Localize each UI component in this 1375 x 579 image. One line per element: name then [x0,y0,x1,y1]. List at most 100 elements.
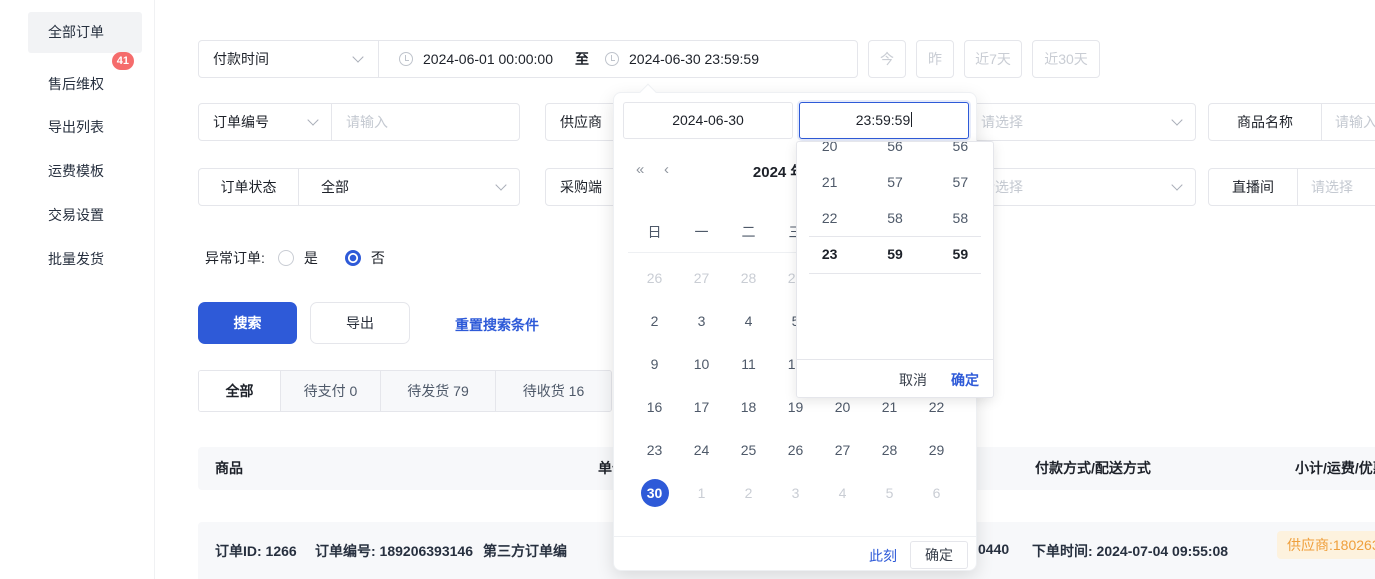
clock-icon [399,52,413,66]
col-product: 商品 [215,447,243,490]
calendar-day[interactable]: 4 [725,299,772,342]
time-field-select[interactable]: 付款时间 [199,49,378,69]
select-row2[interactable]: 请选择 [966,103,1196,141]
time-option[interactable]: 57 [862,164,927,200]
time-confirm-button[interactable]: 确定 [951,370,979,390]
calendar-day[interactable]: 27 [819,428,866,471]
calendar-day[interactable]: 17 [678,385,725,428]
reset-filters-link[interactable]: 重置搜索条件 [455,315,539,335]
order-tabs: 全部 待支付 0 待发货 79 待收货 16 [198,370,612,412]
abnormal-no-label: 否 [371,248,385,268]
time-option[interactable]: 22 [797,200,862,236]
picker-confirm-button[interactable]: 确定 [910,541,968,569]
quick-7days-button[interactable]: 近7天 [964,40,1022,78]
time-option[interactable]: 56 [928,141,993,164]
calendar-day[interactable]: 6 [913,471,960,514]
quick-30days-button[interactable]: 近30天 [1032,40,1100,78]
calendar-day[interactable]: 4 [819,471,866,514]
time-option[interactable]: 58 [928,200,993,236]
popup-arrow [640,84,657,101]
col-payment-delivery: 付款方式/配送方式 [1035,447,1151,490]
calendar-day[interactable]: 30 [631,471,678,514]
third-party-order-suffix: 0440 [978,541,1009,557]
now-link[interactable]: 此刻 [869,546,897,566]
time-option[interactable]: 59 [928,236,993,272]
sidebar-item-shipping-template[interactable]: 运费模板 [28,151,142,192]
time-cancel-button[interactable]: 取消 [899,370,927,390]
quick-yesterday-button[interactable]: 昨 [916,40,954,78]
time-option[interactable]: 23 [797,236,862,272]
calendar-day[interactable]: 24 [678,428,725,471]
date-range-input[interactable]: 2024-06-01 00:00:00 至 2024-06-30 23:59:5… [379,49,857,69]
tab-all[interactable]: 全部 [199,371,281,411]
third-party-order-prefix: 第三方订单编 [483,541,567,561]
supplier-tag: 供应商:180263 [1277,531,1375,559]
order-no-control: 订单编号 请输入 [198,103,520,141]
abnormal-order-label: 异常订单: [205,248,265,268]
picker-time-input[interactable]: 23:59:59 [799,102,969,139]
calendar-day[interactable]: 27 [678,256,725,299]
quick-today-button[interactable]: 今 [868,40,906,78]
calendar-day[interactable]: 10 [678,342,725,385]
calendar-day[interactable]: 1 [678,471,725,514]
calendar-day[interactable]: 29 [913,428,960,471]
abnormal-order-row: 异常订单: 是 否 [205,248,385,268]
sidebar-item-trade-settings[interactable]: 交易设置 [28,195,142,236]
export-button[interactable]: 导出 [310,302,410,344]
calendar-day[interactable]: 5 [866,471,913,514]
supplier-label: 供应商 [546,112,616,132]
calendar-day[interactable]: 3 [678,299,725,342]
text-cursor [911,112,912,127]
sidebar-item-export-list[interactable]: 导出列表 [28,107,142,148]
product-name-label: 商品名称 [1209,112,1321,132]
range-end-value: 2024-06-30 23:59:59 [629,51,759,67]
abnormal-yes-radio[interactable] [278,250,294,266]
calendar-day[interactable]: 2 [631,299,678,342]
col-subtotal-shipping: 小计/运费/优惠 [1295,447,1375,490]
calendar-day[interactable]: 18 [725,385,772,428]
tab-pending-payment[interactable]: 待支付 0 [281,371,381,411]
tab-pending-receipt[interactable]: 待收货 16 [496,371,611,411]
product-name-input[interactable]: 请输入 [1322,112,1375,132]
chevron-down-icon [307,114,318,125]
calendar-day[interactable]: 23 [631,428,678,471]
pay-time-range-control: 付款时间 2024-06-01 00:00:00 至 2024-06-30 23… [198,40,858,78]
calendar-day[interactable]: 3 [772,471,819,514]
calendar-day[interactable]: 28 [866,428,913,471]
calendar-day[interactable]: 25 [725,428,772,471]
time-option[interactable]: 21 [797,164,862,200]
select-row3[interactable]: 请选择 [966,168,1196,206]
sidebar-item-after-sales[interactable]: 售后维权 41 [28,64,142,105]
picker-date-input[interactable]: 2024-06-30 [623,102,793,139]
time-panel-footer: 取消 确定 [797,359,993,398]
calendar-day[interactable]: 2 [725,471,772,514]
time-option[interactable]: 56 [862,141,927,164]
time-select-panel: 205656215757225858235959 取消 确定 [796,141,994,398]
order-created-time: 下单时间: 2024-07-04 09:55:08 [1032,541,1228,561]
search-button[interactable]: 搜索 [198,302,297,344]
order-no-field-select[interactable]: 订单编号 [199,112,331,132]
chevron-down-icon [352,51,363,62]
sidebar-item-all-orders[interactable]: 全部订单 [28,12,142,53]
weekday-label: 二 [725,218,772,246]
order-status-label: 订单状态 [199,177,298,197]
abnormal-yes-label: 是 [304,248,318,268]
calendar-day[interactable]: 16 [631,385,678,428]
calendar-day[interactable]: 26 [631,256,678,299]
time-option[interactable]: 57 [928,164,993,200]
calendar-day[interactable]: 9 [631,342,678,385]
sidebar-item-batch-shipping[interactable]: 批量发货 [28,239,142,280]
sidebar: 全部订单 售后维权 41 导出列表 运费模板 交易设置 批量发货 [0,0,155,579]
time-option[interactable]: 59 [862,236,927,272]
time-option[interactable]: 20 [797,141,862,164]
order-status-select[interactable]: 全部 [299,177,519,197]
chevron-down-icon [1171,114,1182,125]
calendar-day[interactable]: 11 [725,342,772,385]
abnormal-no-radio[interactable] [345,250,361,266]
calendar-day[interactable]: 28 [725,256,772,299]
tab-pending-shipment[interactable]: 待发货 79 [381,371,496,411]
time-option[interactable]: 58 [862,200,927,236]
live-room-select[interactable]: 请选择 [1298,177,1375,197]
order-no-input[interactable]: 请输入 [332,112,519,132]
calendar-day[interactable]: 26 [772,428,819,471]
